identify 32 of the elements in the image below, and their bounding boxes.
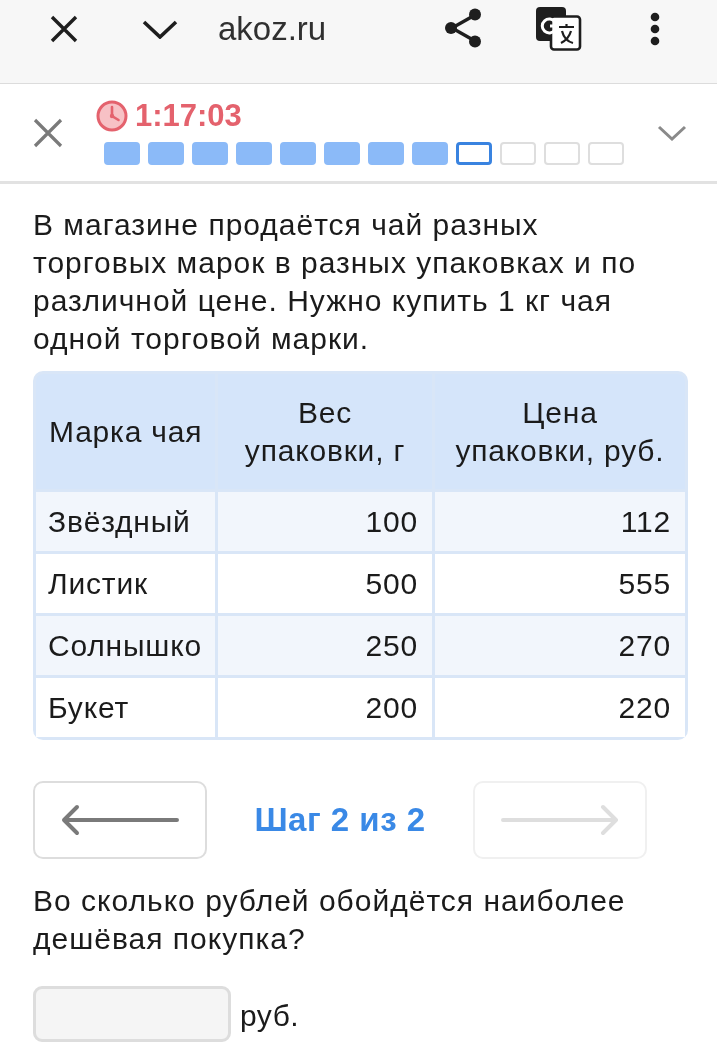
timer-text: 1:17:03 — [135, 100, 242, 132]
table-cell: Букет — [36, 678, 215, 737]
task-text: В магазине продаётся чай разных торговых марок в разных упаковках и по различной цене. Нужно купить 1 кг чая одной торговой марки. — [33, 207, 638, 357]
back-button[interactable] — [33, 781, 207, 859]
table-cell: 100 — [218, 492, 432, 551]
table-cell: 112 — [435, 492, 685, 551]
table-cell: Солнышко — [36, 616, 215, 675]
table-cell: 500 — [218, 554, 432, 613]
column-header: Марка чая — [36, 374, 215, 489]
unit-label: руб. — [240, 998, 300, 1033]
more-options-icon[interactable] — [648, 12, 662, 46]
table-cell: Звёздный — [36, 492, 215, 551]
arrow-right-icon — [501, 803, 619, 837]
table-cell: 220 — [435, 678, 685, 737]
column-header: Вес упаковки, г — [218, 374, 432, 489]
table-cell: 250 — [218, 616, 432, 675]
table-cell: 555 — [435, 554, 685, 613]
progress-segment[interactable] — [456, 142, 492, 165]
table-cell: Листик — [36, 554, 215, 613]
column-header: Цена упаковки, руб. — [435, 374, 685, 489]
url-text[interactable]: akoz.ru — [218, 9, 444, 49]
clock-icon — [96, 100, 128, 132]
chevron-down-icon[interactable] — [142, 20, 178, 39]
step-indicator: Шаг 2 из 2 — [253, 801, 427, 839]
share-icon[interactable] — [444, 8, 482, 48]
table-cell: 270 — [435, 616, 685, 675]
arrow-left-icon — [61, 803, 179, 837]
close-icon[interactable] — [50, 15, 78, 43]
question-text: Во сколько рублей обойдётся наиболее дешёвая покупка? — [33, 883, 627, 957]
translate-icon[interactable] — [536, 7, 582, 51]
table-cell: 200 — [218, 678, 432, 737]
answer-field[interactable] — [33, 986, 231, 1042]
